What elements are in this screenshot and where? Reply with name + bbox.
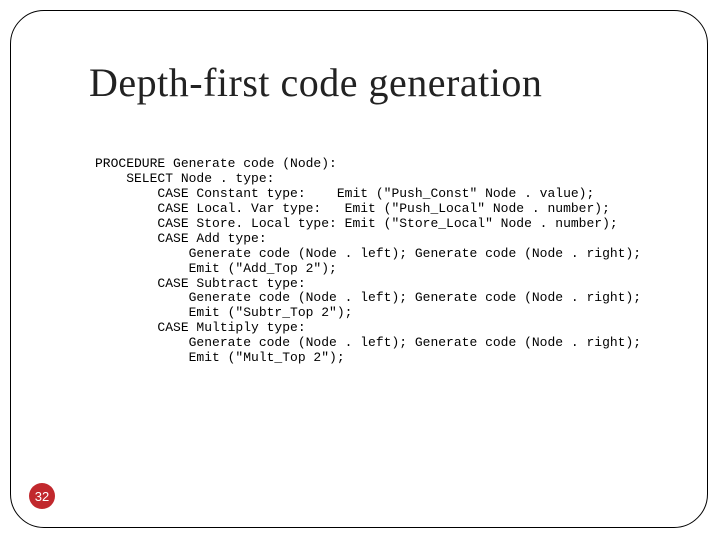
slide-frame: Depth-first code generation PROCEDURE Ge… — [10, 10, 708, 528]
slide-title: Depth-first code generation — [89, 59, 542, 106]
code-block: PROCEDURE Generate code (Node): SELECT N… — [95, 157, 641, 366]
page-number-badge: 32 — [29, 483, 55, 509]
